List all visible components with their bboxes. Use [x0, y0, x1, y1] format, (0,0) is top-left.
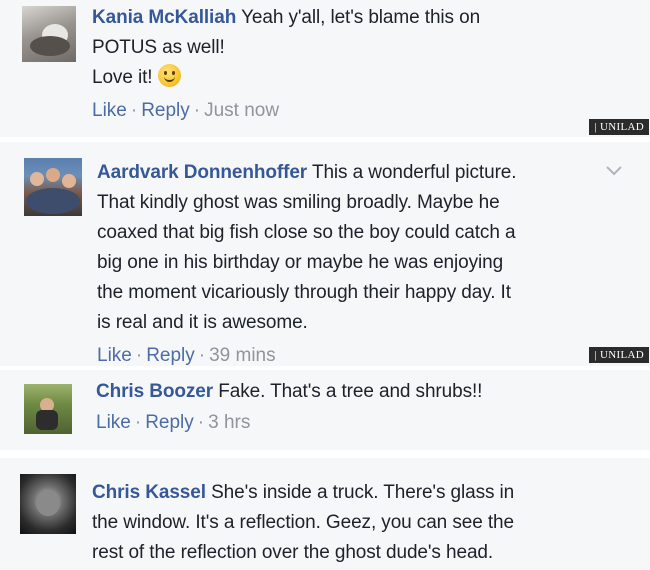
like-button[interactable]: Like: [97, 345, 132, 366]
chevron-down-icon[interactable]: [606, 166, 622, 176]
comment-text: That kindly ghost was smiling broadly. M…: [97, 192, 500, 213]
comment-text: coaxed that big fish close so the boy co…: [97, 222, 516, 243]
separator: ·: [130, 100, 138, 121]
avatar[interactable]: [24, 158, 82, 216]
separator: ·: [198, 345, 206, 366]
comment-author[interactable]: Kania McKalliah: [92, 7, 236, 28]
separator: ·: [197, 412, 205, 433]
comment-author[interactable]: Chris Boozer: [96, 381, 213, 402]
timestamp[interactable]: Just now: [204, 100, 279, 121]
timestamp[interactable]: 3 hrs: [208, 412, 250, 433]
comment-kania: Kania McKalliah Yeah y'all, let's blame …: [0, 0, 650, 137]
comment-boozer: Chris Boozer Fake. That's a tree and shr…: [0, 370, 650, 450]
watermark: | UNILAD: [589, 119, 649, 135]
comment-text: She's inside a truck. There's glass in: [211, 482, 515, 503]
comment-text: the window. It's a reflection. Geez, you…: [92, 512, 514, 533]
separator: ·: [193, 100, 201, 121]
avatar[interactable]: [20, 474, 76, 534]
comment-actions: Like · Reply · 39 mins: [97, 343, 276, 366]
comment-actions: Like · Reply · 3 hrs: [96, 410, 250, 436]
avatar[interactable]: [22, 6, 76, 62]
like-button[interactable]: Like: [96, 412, 131, 433]
comment-text: Yeah y'all, let's blame this on: [241, 7, 481, 28]
comment-body: Kania McKalliah Yeah y'all, let's blame …: [92, 3, 612, 93]
comment-author[interactable]: Chris Kassel: [92, 482, 206, 503]
comment-author[interactable]: Aardvark Donnenhoffer: [97, 162, 307, 183]
comment-text: Love it!: [92, 67, 153, 88]
comment-body: Aardvark Donnenhoffer This a wonderful p…: [97, 158, 607, 338]
smiley-icon: [158, 64, 182, 87]
reply-button[interactable]: Reply: [141, 100, 190, 121]
comment-text: is real and it is awesome.: [97, 312, 308, 333]
comment-kassel: Chris Kassel She's inside a truck. There…: [0, 458, 650, 570]
like-button[interactable]: Like: [92, 100, 127, 121]
comment-text: POTUS as well!: [92, 37, 225, 58]
comment-text: big one in his birthday or maybe he was …: [97, 252, 504, 273]
comment-body: Chris Boozer Fake. That's a tree and shr…: [96, 377, 616, 407]
comment-body: Chris Kassel She's inside a truck. There…: [92, 478, 612, 568]
timestamp[interactable]: 39 mins: [209, 345, 276, 366]
comment-text: Fake. That's a tree and shrubs!!: [218, 381, 483, 402]
reply-button[interactable]: Reply: [145, 412, 194, 433]
comment-aardvark: Aardvark Donnenhoffer This a wonderful p…: [0, 142, 650, 366]
comment-text: This a wonderful picture.: [311, 162, 517, 183]
separator: ·: [134, 412, 142, 433]
reply-button[interactable]: Reply: [146, 345, 195, 366]
watermark: | UNILAD: [589, 347, 649, 363]
comment-text: rest of the reflection over the ghost du…: [92, 542, 494, 563]
avatar[interactable]: [24, 384, 72, 434]
separator: ·: [135, 345, 143, 366]
comment-actions: Like · Reply · Just now: [92, 98, 279, 124]
comment-text: the moment vicariously through their hap…: [97, 282, 511, 303]
